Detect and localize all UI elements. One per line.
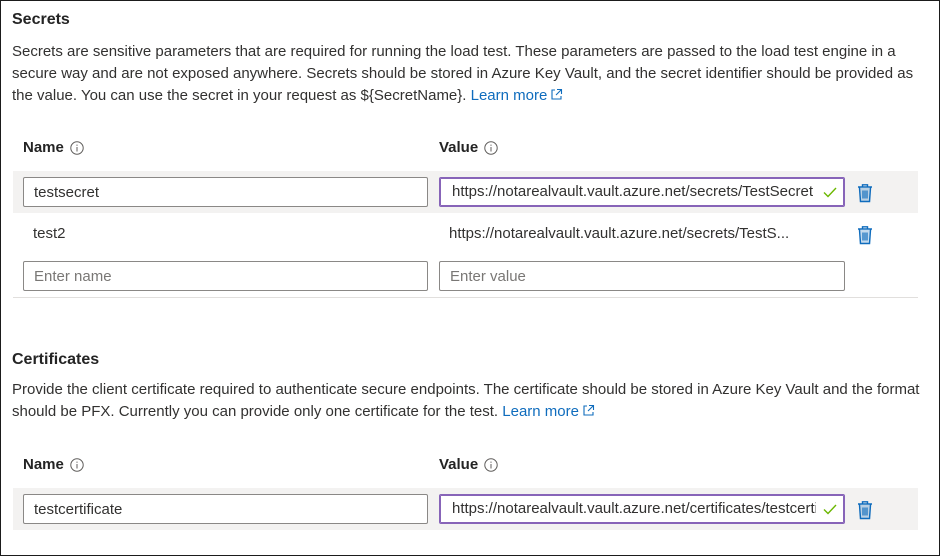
certificates-section-title: Certificates <box>12 351 100 368</box>
secrets-name-column-header: Name <box>23 139 84 156</box>
secret-value-text: https://notarealvault.vault.azure.net/se… <box>452 183 814 200</box>
checkmark-icon <box>823 504 837 515</box>
info-icon[interactable] <box>70 457 84 472</box>
new-secret-value-input[interactable] <box>439 261 845 291</box>
secrets-description-text: Secrets are sensitive parameters that ar… <box>12 43 914 104</box>
info-icon[interactable] <box>484 140 498 155</box>
external-link-icon <box>551 88 563 100</box>
certificate-value-text: https://notarealvault.vault.azure.net/ce… <box>452 500 816 517</box>
secret-name-text: test2 <box>33 225 66 242</box>
external-link-icon <box>583 404 595 416</box>
new-secret-row <box>13 255 918 298</box>
secrets-section-title: Secrets <box>12 11 70 28</box>
secrets-learn-more-link[interactable]: Learn more <box>471 87 564 104</box>
certificate-name-input[interactable] <box>23 494 428 524</box>
load-test-parameters-panel: Secrets Secrets are sensitive parameters… <box>0 0 940 556</box>
certificates-description-text: Provide the client certificate required … <box>12 381 920 420</box>
secret-row[interactable]: test2 https://notarealvault.vault.azure.… <box>13 213 918 255</box>
secrets-value-column-header: Value <box>439 139 498 156</box>
certificate-value-input[interactable]: https://notarealvault.vault.azure.net/ce… <box>439 494 845 524</box>
certificates-value-column-header: Value <box>439 456 498 473</box>
certificates-description: Provide the client certificate required … <box>12 379 924 423</box>
certificate-row[interactable]: https://notarealvault.vault.azure.net/ce… <box>13 488 918 530</box>
trash-icon[interactable] <box>855 499 875 521</box>
certificates-learn-more-link[interactable]: Learn more <box>502 403 595 420</box>
trash-icon[interactable] <box>855 224 875 246</box>
secret-value-text: https://notarealvault.vault.azure.net/se… <box>449 225 790 242</box>
info-icon[interactable] <box>484 457 498 472</box>
secret-row[interactable]: https://notarealvault.vault.azure.net/se… <box>13 171 918 213</box>
certificates-name-column-header: Name <box>23 456 84 473</box>
checkmark-icon <box>823 187 837 198</box>
secrets-description: Secrets are sensitive parameters that ar… <box>12 41 924 107</box>
new-secret-name-input[interactable] <box>23 261 428 291</box>
trash-icon[interactable] <box>855 182 875 204</box>
secret-name-input[interactable] <box>23 177 428 207</box>
info-icon[interactable] <box>70 140 84 155</box>
secret-value-input[interactable]: https://notarealvault.vault.azure.net/se… <box>439 177 845 207</box>
